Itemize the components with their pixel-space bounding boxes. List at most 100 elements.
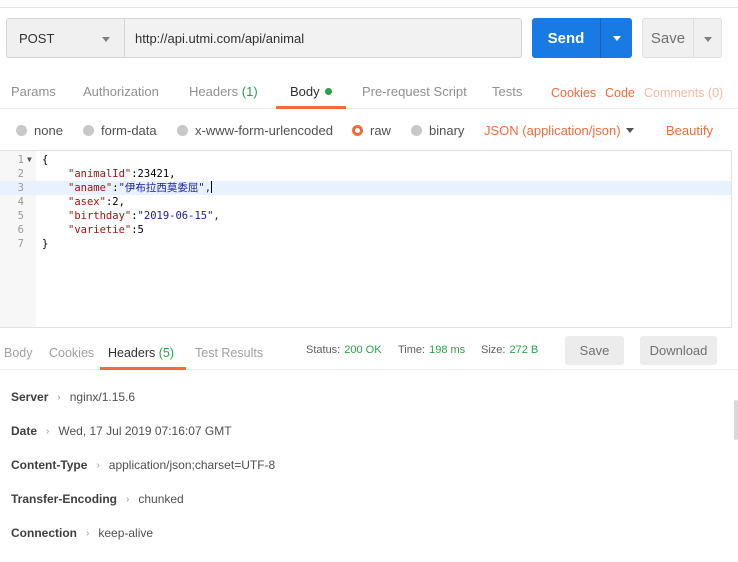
header-value: nginx/1.15.6 [69,390,136,404]
code-text: { [42,154,49,166]
radio-form-data-label: form-data [101,123,157,138]
send-label: Send [547,29,585,47]
chevron-down-icon [102,37,110,42]
tab-body-label: Body [290,84,320,99]
header-name: Server [11,390,49,404]
radio-none[interactable]: none [16,123,63,138]
radio-urlencoded-label: x-www-form-urlencoded [195,123,333,138]
radio-none-label: none [34,123,63,138]
save-request-button[interactable]: Save [642,18,722,58]
code-text: "aname":"伊布拉西莫委屈", [68,181,213,195]
status-value: 200 OK [344,344,382,356]
fold-arrow-icon[interactable]: ▼ [27,153,32,167]
tab-headers-label: Headers [189,84,239,99]
save-label: Save [650,29,686,47]
editor-line: 6 "varietie":5 [0,223,731,237]
send-options-button[interactable] [600,18,632,58]
line-number: 7 [17,238,24,250]
editor-line: 4 "asex":2, [0,195,731,209]
header-row: Server › nginx/1.15.6 [11,390,135,404]
header-row: Date › Wed, 17 Jul 2019 07:16:07 GMT [11,424,232,438]
chevron-right-icon: › [57,391,61,403]
radio-form-data[interactable]: form-data [83,123,157,138]
header-row: Connection › keep-alive [11,526,153,540]
size-meta: Size: 272 B [481,344,538,356]
header-value: keep-alive [98,526,154,540]
tab-response-headers[interactable]: Headers (5) [108,346,174,360]
body-editor[interactable]: 1 ▼ { 2 "animalId":23421, 3 "aname":"伊布拉… [0,150,732,328]
chevron-down-icon [704,37,712,42]
radio-binary[interactable]: binary [411,123,464,138]
response-headers-count: (5) [158,346,175,360]
code-text: "varietie":5 [68,223,144,237]
size-value: 272 B [509,344,539,356]
json-key: "aname" [68,182,113,194]
method-select[interactable]: POST [6,18,124,58]
code-text: "birthday":"2019-06-15", [68,209,220,223]
save-response-button[interactable]: Save [565,336,624,365]
tab-response-body[interactable]: Body [4,346,33,360]
json-value: "2019-06-15", [137,210,220,222]
chevron-right-icon: › [126,493,130,505]
chevron-down-icon [613,36,621,41]
text-cursor [211,181,213,193]
code-text: "animalId":23421, [68,167,175,181]
header-name: Date [11,424,38,438]
content-type-select[interactable]: JSON (application/json) [484,123,621,138]
body-type-row: none form-data x-www-form-urlencoded raw… [0,118,738,144]
active-tab-underline [276,106,346,109]
radio-circle-icon [16,125,27,136]
request-tabs: Params Authorization Headers (1) Body Pr… [0,76,738,109]
radio-circle-icon [83,125,94,136]
line-number: 3 [17,182,24,194]
active-tab-underline [100,367,186,370]
tab-tests-label: Tests [492,84,523,99]
tab-prerequest-script[interactable]: Pre-request Script [362,84,467,99]
radio-selected-icon [352,125,363,136]
radio-circle-icon [177,125,188,136]
editor-line: 2 "animalId":23421, [0,167,731,181]
json-key: "varietie" [68,224,132,236]
top-strip [0,0,738,8]
method-label: POST [19,30,55,46]
json-value: 23421, [137,168,176,180]
comments-link[interactable]: Comments (0) [644,86,723,100]
tab-authorization[interactable]: Authorization [83,84,159,99]
tab-headers[interactable]: Headers (1) [189,84,258,99]
response-scrollbar[interactable] [734,400,738,440]
header-name: Connection [11,526,77,540]
tab-response-cookies[interactable]: Cookies [49,346,94,360]
body-active-dot-icon [324,88,332,95]
tab-params-label: Params [11,84,56,99]
editor-line-active: 3 "aname":"伊布拉西莫委屈", [0,181,731,195]
download-button[interactable]: Download [640,336,717,365]
url-input[interactable]: http://api.utmi.com/api/animal [124,18,522,58]
chevron-down-icon[interactable] [626,128,634,133]
radio-binary-label: binary [429,123,465,138]
beautify-button[interactable]: Beautify [666,123,713,138]
line-number: 2 [17,168,24,180]
tab-tests[interactable]: Tests [492,84,522,99]
radio-raw[interactable]: raw [352,123,391,138]
request-url-row: POST http://api.utmi.com/api/animal [6,18,522,58]
radio-raw-label: raw [370,123,391,138]
time-label: Time: [398,344,426,356]
tab-test-results[interactable]: Test Results [195,346,263,360]
cookies-link[interactable]: Cookies [551,86,596,100]
radio-circle-icon [411,125,422,136]
code-text: } [42,238,49,250]
json-key: "animalId" [68,168,132,180]
json-value: "伊布拉西莫委屈", [118,182,212,194]
url-value: http://api.utmi.com/api/animal [135,30,305,46]
line-number: 1 [17,154,24,166]
editor-line: 7 } [0,237,731,251]
send-button[interactable]: Send [532,18,632,58]
header-row: Transfer-Encoding › chunked [11,492,184,506]
tab-params[interactable]: Params [11,84,56,99]
chevron-right-icon: › [46,425,50,437]
radio-urlencoded[interactable]: x-www-form-urlencoded [177,123,333,138]
code-text: "asex":2, [68,195,125,209]
code-link[interactable]: Code [605,86,635,100]
tab-body[interactable]: Body [290,84,332,99]
save-options-button[interactable] [693,19,721,57]
